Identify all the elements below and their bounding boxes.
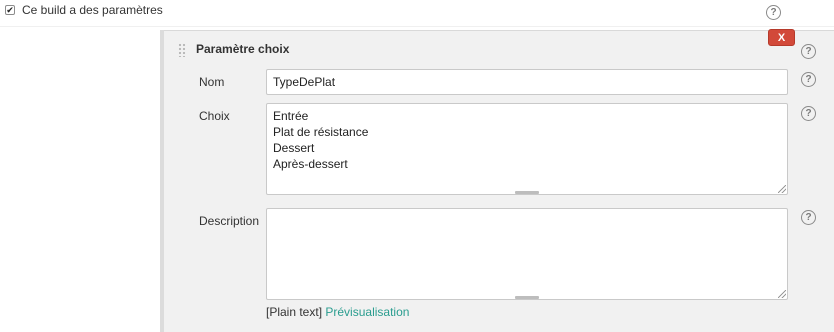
help-icon[interactable]: ? — [801, 72, 816, 87]
name-input[interactable] — [266, 69, 788, 95]
choice-line: Plat de résistance — [273, 125, 369, 139]
preview-link[interactable]: Prévisualisation — [325, 305, 409, 319]
help-icon[interactable]: ? — [801, 44, 816, 59]
parameterized-checkbox[interactable]: ✔ — [5, 5, 15, 15]
drag-handle-icon[interactable] — [178, 43, 186, 57]
help-icon[interactable]: ? — [801, 210, 816, 225]
format-label: [Plain text] — [266, 305, 323, 319]
delete-parameter-button[interactable]: X — [768, 29, 795, 46]
check-icon: ✔ — [6, 4, 14, 15]
textarea-expand-grip[interactable] — [515, 191, 539, 194]
name-label: Nom — [199, 75, 225, 89]
choice-line: Après-dessert — [273, 157, 348, 171]
description-textarea[interactable] — [266, 208, 788, 300]
resize-handle-icon[interactable] — [778, 290, 786, 298]
parameterized-build-row: ✔ Ce build a des paramètres ? — [0, 0, 834, 27]
choice-line: Entrée — [273, 109, 309, 123]
resize-handle-icon[interactable] — [778, 185, 786, 193]
parameter-block-title: Paramètre choix — [196, 42, 290, 56]
choices-label: Choix — [199, 109, 230, 123]
description-label: Description — [199, 214, 260, 228]
help-icon[interactable]: ? — [801, 106, 816, 121]
choices-textarea[interactable]: Entrée Plat de résistance Dessert Après-… — [266, 103, 788, 195]
description-format-line: [Plain text] Prévisualisation — [266, 305, 409, 319]
help-icon[interactable]: ? — [766, 5, 781, 20]
left-gutter — [0, 27, 160, 332]
choice-line: Dessert — [273, 141, 315, 155]
parameterized-checkbox-label[interactable]: Ce build a des paramètres — [22, 3, 163, 17]
textarea-expand-grip[interactable] — [515, 296, 539, 299]
